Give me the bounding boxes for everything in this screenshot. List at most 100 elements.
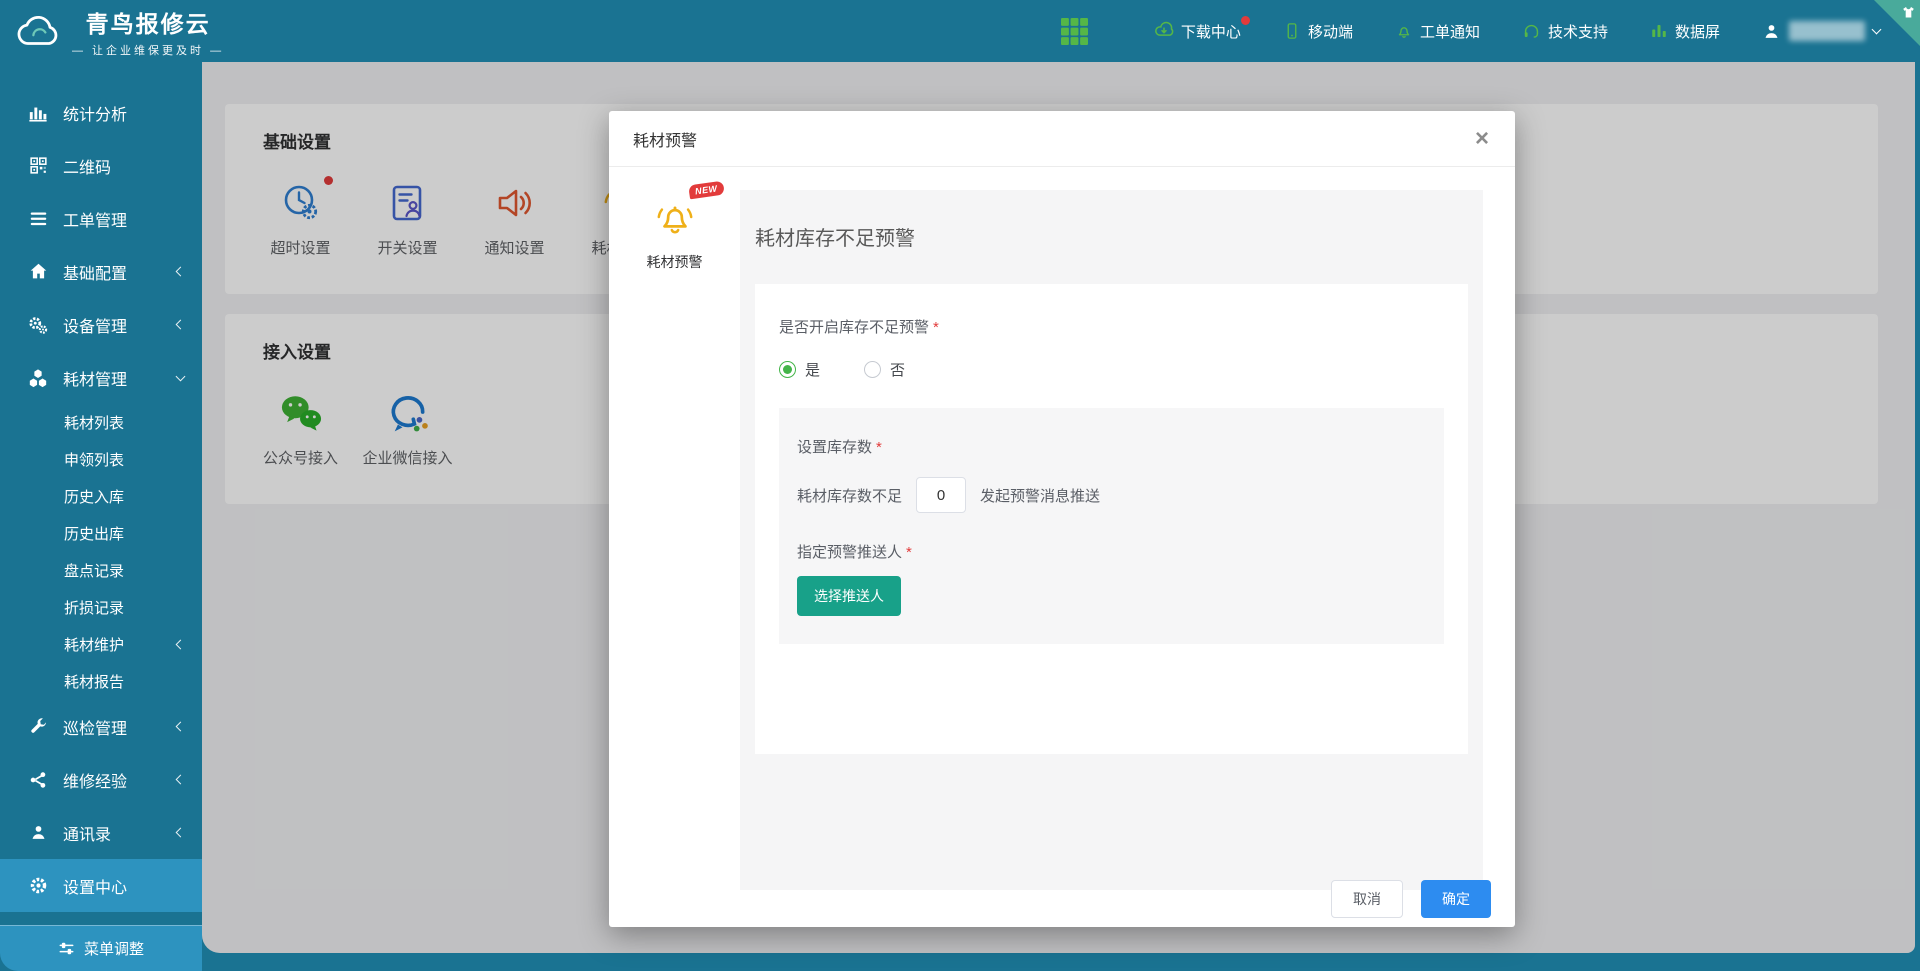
chevron-down-icon bbox=[176, 371, 186, 381]
user-name-masked bbox=[1789, 21, 1865, 41]
share-icon bbox=[26, 771, 50, 789]
enable-warning-label: 是否开启库存不足预警* bbox=[779, 316, 1444, 337]
list-icon bbox=[26, 209, 50, 228]
sidebar-item-label: 二维码 bbox=[63, 154, 184, 178]
confirm-button[interactable]: 确定 bbox=[1421, 880, 1491, 918]
sidebar-item-label: 巡检管理 bbox=[63, 715, 177, 739]
sidebar-subitem-history-in[interactable]: 历史入库 bbox=[0, 478, 202, 515]
stock-group-label-text: 设置库存数 bbox=[797, 439, 872, 456]
sidebar-item-settings-center[interactable]: 设置中心 bbox=[0, 859, 202, 912]
sidebar-item-label: 通讯录 bbox=[63, 821, 177, 845]
header-nav-label: 数据屏 bbox=[1675, 21, 1720, 42]
sidebar: 统计分析二维码工单管理基础配置设备管理耗材管理耗材列表申领列表历史入库历史出库盘… bbox=[0, 62, 202, 971]
user-icon bbox=[26, 823, 50, 842]
sidebar-subitem-damage-records[interactable]: 折损记录 bbox=[0, 589, 202, 626]
cloud-icon bbox=[14, 13, 62, 50]
required-mark: * bbox=[933, 319, 939, 336]
header-nav-data-screen[interactable]: 数据屏 bbox=[1650, 21, 1720, 42]
header-nav-label: 工单通知 bbox=[1420, 21, 1480, 42]
enable-warning-label-text: 是否开启库存不足预警 bbox=[779, 319, 929, 336]
chevron-left-icon bbox=[176, 722, 186, 732]
new-badge: NEW bbox=[688, 181, 724, 200]
brand-logo[interactable]: 青鸟报修云 — 让企业维保更及时 — bbox=[14, 5, 224, 58]
sidebar-item-menu-adjust[interactable]: 菜单调整 bbox=[0, 925, 202, 971]
sidebar-subitem-history-out[interactable]: 历史出库 bbox=[0, 515, 202, 552]
sidebar-item-consumables[interactable]: 耗材管理 bbox=[0, 351, 202, 404]
modal-content: 耗材库存不足预警 是否开启库存不足预警* 是 否 bbox=[740, 190, 1483, 890]
stock-threshold-input[interactable] bbox=[916, 477, 966, 513]
sidebar-item-label: 基础配置 bbox=[63, 260, 177, 284]
sidebar-subitem-label: 盘点记录 bbox=[64, 560, 184, 581]
sidebar-item-base-config[interactable]: 基础配置 bbox=[0, 245, 202, 298]
notification-dot bbox=[1241, 16, 1250, 25]
sidebar-item-label: 维修经验 bbox=[63, 768, 177, 792]
sidebar-subitem-label: 耗材报告 bbox=[64, 671, 184, 692]
chevron-left-icon bbox=[176, 640, 186, 650]
radio-circle-icon bbox=[864, 361, 881, 378]
stock-settings-panel: 设置库存数* 耗材库存数不足 发起预警消息推送 指定预警推送人* 选择推送人 bbox=[779, 408, 1444, 644]
header-nav-download-center[interactable]: 下载中心 bbox=[1154, 21, 1241, 42]
sidebar-item-label: 耗材管理 bbox=[63, 366, 177, 390]
radio-yes-label: 是 bbox=[805, 359, 820, 380]
header-nav-mobile[interactable]: 移动端 bbox=[1283, 21, 1353, 42]
radio-circle-icon bbox=[779, 361, 796, 378]
user-menu[interactable] bbox=[1762, 21, 1880, 41]
stock-suffix-label: 发起预警消息推送 bbox=[980, 485, 1100, 506]
sidebar-item-label: 菜单调整 bbox=[84, 938, 144, 959]
mobile-icon bbox=[1283, 22, 1301, 40]
radio-yes[interactable]: 是 bbox=[779, 359, 820, 380]
sidebar-item-label: 设置中心 bbox=[63, 874, 184, 898]
sidebar-item-qrcode[interactable]: 二维码 bbox=[0, 139, 202, 192]
sidebar-subitem-label: 折损记录 bbox=[64, 597, 184, 618]
sidebar-item-label: 工单管理 bbox=[63, 207, 184, 231]
section-title: 耗材库存不足预警 bbox=[740, 190, 1483, 251]
grid-apps-icon[interactable] bbox=[1061, 18, 1088, 45]
enable-warning-radio-group: 是 否 bbox=[779, 359, 1444, 380]
header-nav-tech-support[interactable]: 技术支持 bbox=[1522, 21, 1608, 42]
download-cloud-icon bbox=[1154, 21, 1174, 41]
app-root: 青鸟报修云 — 让企业维保更及时 — 下载中心 移动端 工单通知 技术支持 数据屏 统计… bbox=[0, 0, 1920, 971]
sidebar-item-label: 设备管理 bbox=[63, 313, 177, 337]
sidebar-item-inspection[interactable]: 巡检管理 bbox=[0, 700, 202, 753]
modal-nav-icon-wrap: NEW bbox=[652, 195, 698, 246]
user-icon bbox=[1762, 22, 1781, 41]
header-nav-order-notify[interactable]: 工单通知 bbox=[1395, 21, 1480, 42]
sidebar-subitem-consumable-report[interactable]: 耗材报告 bbox=[0, 663, 202, 700]
modal-nav-label: 耗材预警 bbox=[647, 252, 703, 272]
sidebar-subitem-consumable-maintain[interactable]: 耗材维护 bbox=[0, 626, 202, 663]
sidebar-item-repair-exp[interactable]: 维修经验 bbox=[0, 753, 202, 806]
radio-no[interactable]: 否 bbox=[864, 359, 905, 380]
data-bars-icon bbox=[1650, 22, 1668, 40]
consumable-warning-modal: 耗材预警 × NEW 耗材预警 耗材库存不足预警 是否开启库存不足预警* bbox=[609, 111, 1515, 927]
header-nav-label: 技术支持 bbox=[1548, 21, 1608, 42]
chevron-left-icon bbox=[176, 828, 186, 838]
choose-push-recipient-button[interactable]: 选择推送人 bbox=[797, 576, 901, 616]
sidebar-item-stats[interactable]: 统计分析 bbox=[0, 86, 202, 139]
sidebar-subitem-consumable-list[interactable]: 耗材列表 bbox=[0, 404, 202, 441]
sidebar-subitem-stocktake-records[interactable]: 盘点记录 bbox=[0, 552, 202, 589]
home-icon bbox=[26, 262, 50, 281]
sidebar-menu: 统计分析二维码工单管理基础配置设备管理耗材管理耗材列表申领列表历史入库历史出库盘… bbox=[0, 62, 202, 912]
stock-prefix-label: 耗材库存数不足 bbox=[797, 485, 902, 506]
modal-header: 耗材预警 × bbox=[609, 111, 1515, 167]
modal-nav-consumable-warning[interactable]: NEW 耗材预警 bbox=[609, 195, 740, 272]
cancel-button[interactable]: 取消 bbox=[1331, 880, 1403, 918]
brand-tagline: — 让企业维保更及时 — bbox=[72, 42, 224, 58]
bell-gold-icon bbox=[652, 195, 698, 241]
sidebar-item-orders[interactable]: 工单管理 bbox=[0, 192, 202, 245]
sidebar-subitem-apply-list[interactable]: 申领列表 bbox=[0, 441, 202, 478]
chevron-left-icon bbox=[176, 320, 186, 330]
chevron-left-icon bbox=[176, 775, 186, 785]
chevron-left-icon bbox=[176, 267, 186, 277]
header-nav: 下载中心 移动端 工单通知 技术支持 数据屏 bbox=[1061, 18, 1880, 45]
required-mark: * bbox=[876, 439, 882, 456]
close-icon[interactable]: × bbox=[1475, 127, 1489, 151]
boxes-icon bbox=[26, 368, 50, 388]
radio-no-label: 否 bbox=[890, 359, 905, 380]
bell-icon bbox=[1395, 22, 1413, 40]
sidebar-item-contacts[interactable]: 通讯录 bbox=[0, 806, 202, 859]
gear-icon bbox=[26, 876, 50, 895]
sidebar-item-devices[interactable]: 设备管理 bbox=[0, 298, 202, 351]
theme-shirt-icon bbox=[1901, 5, 1916, 20]
gears-icon bbox=[26, 315, 50, 335]
